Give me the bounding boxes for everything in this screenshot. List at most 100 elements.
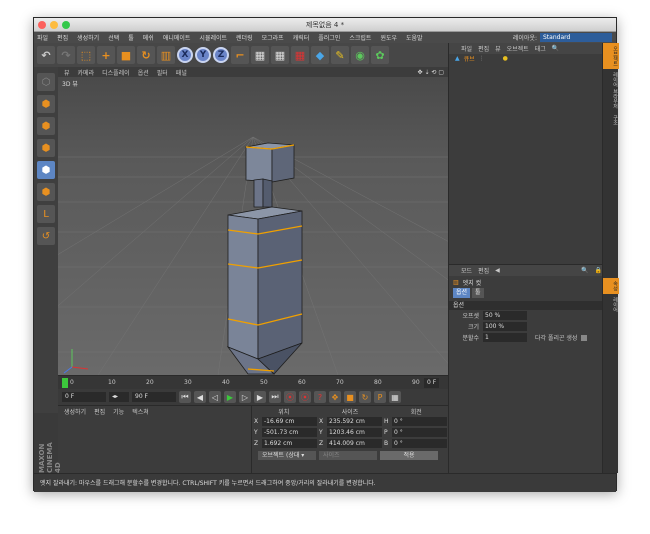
apply-button[interactable]: 적용	[380, 451, 438, 460]
attr-menu-mode[interactable]: 모드	[461, 266, 472, 275]
recent-tools-icon[interactable]: ▥	[157, 46, 175, 64]
end-frame-field[interactable]: 90 F	[132, 392, 176, 402]
z-axis-lock-button[interactable]: Z	[213, 47, 229, 63]
menu-create[interactable]: 생성하기	[77, 33, 99, 42]
parameter-key-icon[interactable]: P	[374, 391, 386, 403]
redo-icon[interactable]: ↷	[57, 46, 75, 64]
start-frame-field[interactable]: 0 F	[62, 392, 106, 402]
om-menu-file[interactable]: 파일	[461, 44, 472, 53]
play-icon[interactable]: ▶	[224, 391, 236, 403]
timeline-ruler[interactable]: 0 10 20 30 40 50 60 70 80 90 0 F	[58, 375, 448, 389]
render-view-icon[interactable]: ▦	[251, 46, 269, 64]
rotation-p-field[interactable]: 0 °	[392, 428, 447, 437]
polygon-mode-icon[interactable]: ⬢	[37, 183, 55, 201]
position-x-field[interactable]: -16.69 cm	[262, 417, 317, 426]
menu-plugins[interactable]: 플러그인	[318, 33, 340, 42]
3d-viewport[interactable]: 3D 뷰	[58, 77, 448, 375]
search-icon[interactable]: 🔍	[581, 267, 588, 274]
cube-primitive-icon[interactable]: ◆	[311, 46, 329, 64]
point-mode-icon[interactable]: ⬢	[37, 139, 55, 157]
playhead-marker[interactable]	[62, 378, 68, 388]
object-row-cube[interactable]: ▲ 큐브 ⋮ ●	[449, 54, 602, 63]
om-menu-view[interactable]: 뷰	[495, 44, 501, 53]
tab-attributes[interactable]: 속성	[603, 277, 619, 294]
menu-tools[interactable]: 툴	[128, 33, 134, 42]
scale-icon[interactable]: ■	[117, 46, 135, 64]
object-name[interactable]: 큐브	[464, 54, 475, 63]
size-x-field[interactable]: 235.592 cm	[327, 417, 382, 426]
texture-mode-icon[interactable]: ⬢	[37, 117, 55, 135]
undo-icon[interactable]: ↶	[37, 46, 55, 64]
move-icon[interactable]: +	[97, 46, 115, 64]
x-axis-lock-button[interactable]: X	[177, 47, 193, 63]
previous-frame-icon[interactable]: ◁	[209, 391, 221, 403]
tab-tool[interactable]: 툴	[472, 288, 484, 298]
om-menu-tags[interactable]: 태그	[535, 44, 546, 53]
minimize-window-button[interactable]	[50, 21, 58, 29]
autokey-icon[interactable]: ⦿	[299, 391, 311, 403]
phong-tag-icon[interactable]: ●	[503, 55, 508, 62]
position-key-icon[interactable]: ✥	[329, 391, 341, 403]
menu-mesh[interactable]: 메쉬	[143, 33, 154, 42]
model-mode-icon[interactable]: ⬢	[37, 95, 55, 113]
viewport-nav-icons[interactable]: ✥ ⇣ ⟲ ▢	[418, 69, 444, 76]
menu-simulate[interactable]: 시뮬레이트	[199, 33, 227, 42]
material-menu-edit[interactable]: 편집	[94, 407, 105, 416]
rotation-key-icon[interactable]: ↻	[359, 391, 371, 403]
menu-select[interactable]: 선택	[108, 33, 119, 42]
tab-structure[interactable]: 구조	[603, 112, 619, 128]
menu-window[interactable]: 윈도우	[380, 33, 397, 42]
menu-render[interactable]: 렌더링	[236, 33, 253, 42]
next-frame-icon[interactable]: ▷	[239, 391, 251, 403]
record-icon[interactable]: ⦿	[284, 391, 296, 403]
scale-key-icon[interactable]: ■	[344, 391, 356, 403]
size-field[interactable]: 100 %	[483, 322, 527, 331]
rotation-h-field[interactable]: 0 °	[392, 417, 447, 426]
om-menu-edit[interactable]: 편집	[478, 44, 489, 53]
live-select-icon[interactable]: ⬚	[77, 46, 95, 64]
tab-layers[interactable]: 레이어	[603, 294, 619, 315]
menu-edit[interactable]: 편집	[57, 33, 68, 42]
offset-field[interactable]: 50 %	[483, 311, 527, 320]
close-window-button[interactable]	[38, 21, 46, 29]
rotation-b-field[interactable]: 0 °	[392, 439, 447, 448]
viewport-menu-view[interactable]: 뷰	[64, 68, 70, 77]
y-axis-lock-button[interactable]: Y	[195, 47, 211, 63]
menu-script[interactable]: 스크립트	[349, 33, 371, 42]
menu-file[interactable]: 파일	[37, 33, 48, 42]
subdivision-field[interactable]: 1	[483, 333, 527, 342]
go-to-end-icon[interactable]: ⏭	[269, 391, 281, 403]
visibility-dots-icon[interactable]: ⋮	[479, 55, 485, 62]
size-z-field[interactable]: 414.009 cm	[327, 439, 382, 448]
viewport-menu-filter[interactable]: 필터	[157, 68, 168, 77]
lock-icon[interactable]: 🔒	[595, 267, 602, 274]
tab-layer-browser[interactable]: 레이어 브라우저	[603, 69, 619, 112]
keyframe-selection-icon[interactable]: ?	[314, 391, 326, 403]
render-picture-viewer-icon[interactable]: ▦	[271, 46, 289, 64]
size-y-field[interactable]: 1203.46 cm	[327, 428, 382, 437]
attr-menu-edit[interactable]: 편집	[478, 266, 489, 275]
viewport-scene[interactable]	[58, 77, 448, 375]
frame-range-slider[interactable]: ◂▸	[109, 392, 129, 402]
menu-character[interactable]: 캐릭터	[293, 33, 310, 42]
coordinate-mode-dropdown[interactable]: 오브젝트 (상대 ▾	[258, 451, 316, 460]
back-arrow-icon[interactable]: ◀	[495, 267, 500, 274]
render-settings-icon[interactable]: ▦	[291, 46, 309, 64]
position-z-field[interactable]: 1.692 cm	[262, 439, 317, 448]
material-menu-create[interactable]: 생성하기	[64, 407, 86, 416]
tab-options[interactable]: 옵션	[453, 288, 471, 298]
axis-mode-icon[interactable]: L	[37, 205, 55, 223]
menu-animate[interactable]: 애니메이트	[163, 33, 191, 42]
edge-mode-icon[interactable]: ⬢	[37, 161, 55, 179]
go-to-start-icon[interactable]: ⏮	[179, 391, 191, 403]
rotate-icon[interactable]: ↻	[137, 46, 155, 64]
subdivision-surface-icon[interactable]: ◉	[351, 46, 369, 64]
previous-key-icon[interactable]: ◀	[194, 391, 206, 403]
om-menu-objects[interactable]: 오브젝트	[507, 44, 529, 53]
viewport-menu-display[interactable]: 디스플레이	[102, 68, 130, 77]
zoom-window-button[interactable]	[62, 21, 70, 29]
coordinate-system-icon[interactable]: ⌐	[231, 46, 249, 64]
pla-key-icon[interactable]: ▦	[389, 391, 401, 403]
generator-icon[interactable]: ✿	[371, 46, 389, 64]
spline-pen-icon[interactable]: ✎	[331, 46, 349, 64]
